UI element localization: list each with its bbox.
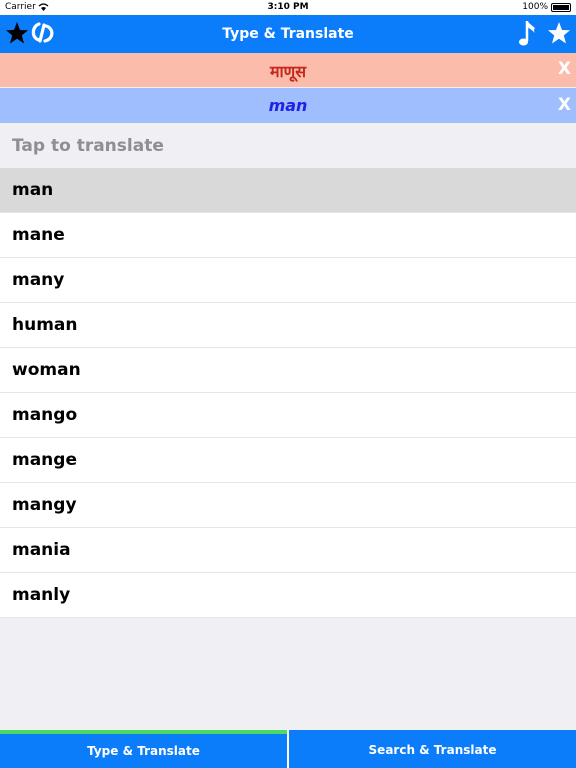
- list-item[interactable]: woman: [0, 348, 576, 393]
- list-item[interactable]: mane: [0, 213, 576, 258]
- page-title: Type & Translate: [222, 26, 354, 42]
- list-item[interactable]: mangy: [0, 483, 576, 528]
- list-item[interactable]: manly: [0, 573, 576, 618]
- tab-type-translate[interactable]: Type & Translate: [0, 730, 287, 768]
- list-item[interactable]: many: [0, 258, 576, 303]
- translate-hint: Tap to translate: [0, 123, 576, 168]
- suggestion-label: human: [12, 315, 78, 335]
- suggestion-label: mangy: [12, 495, 77, 515]
- music-note-icon[interactable]: [518, 19, 538, 49]
- suggestion-label: mango: [12, 405, 78, 425]
- list-item[interactable]: mango: [0, 393, 576, 438]
- suggestion-list: man mane many human woman mango mange ma…: [0, 168, 576, 618]
- status-bar: Carrier 3:10 PM 100%: [0, 0, 576, 15]
- suggestion-label: manly: [12, 585, 71, 605]
- list-item[interactable]: man: [0, 168, 576, 213]
- navigation-bar: Type & Translate: [0, 15, 576, 53]
- suggestion-label: many: [12, 270, 65, 290]
- tab-search-translate[interactable]: Search & Translate: [289, 730, 576, 768]
- tab-bar: Type & Translate Search & Translate: [0, 730, 576, 768]
- battery-icon: [551, 3, 571, 12]
- suggestion-label: mange: [12, 450, 77, 470]
- clear-target-button[interactable]: X: [558, 95, 571, 115]
- list-item[interactable]: mange: [0, 438, 576, 483]
- source-text: माणूस: [269, 62, 307, 81]
- list-item[interactable]: mania: [0, 528, 576, 573]
- list-item[interactable]: human: [0, 303, 576, 348]
- suggestion-label: woman: [12, 360, 81, 380]
- suggestion-label: man: [12, 180, 54, 200]
- suggestion-label: mane: [12, 225, 65, 245]
- battery-percentage: 100%: [522, 2, 548, 12]
- clear-source-button[interactable]: X: [558, 59, 571, 79]
- suggestion-label: mania: [12, 540, 71, 560]
- target-text-bar[interactable]: man X: [0, 88, 576, 123]
- star-icon[interactable]: [547, 21, 571, 45]
- target-text: man: [268, 96, 308, 115]
- hint-label: Tap to translate: [12, 136, 164, 156]
- status-time: 3:10 PM: [267, 2, 309, 12]
- source-text-bar[interactable]: माणूस X: [0, 53, 576, 87]
